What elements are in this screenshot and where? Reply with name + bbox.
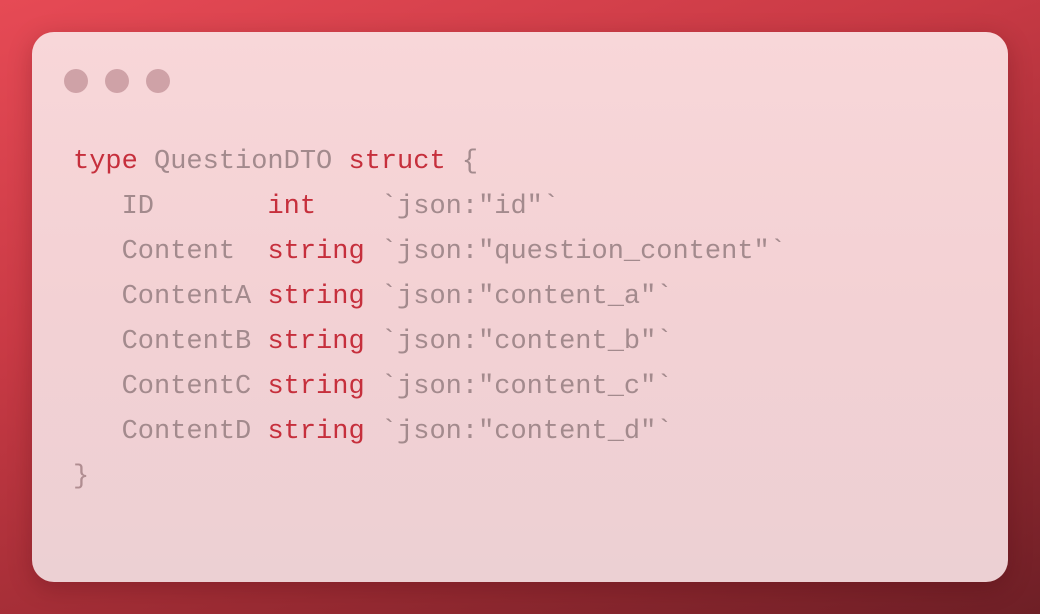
field-tag: `json:"question_content"`: [380, 237, 786, 267]
open-brace: {: [461, 147, 479, 177]
struct-name: QuestionDTO: [154, 147, 333, 177]
field-tag: `json:"id"`: [380, 192, 560, 222]
code-line-field: ContentB string `json:"content_b"`: [73, 320, 786, 365]
field-type: int: [267, 192, 365, 222]
field-name: Content: [121, 237, 268, 267]
code-line-field: ContentC string `json:"content_c"`: [73, 365, 786, 410]
code-line-field: ID int `json:"id"`: [73, 185, 786, 230]
minimize-dot-icon[interactable]: [105, 69, 129, 93]
field-tag: `json:"content_a"`: [380, 282, 673, 312]
code-line-footer: }: [73, 455, 786, 500]
field-type: string: [267, 237, 365, 267]
field-tag: `json:"content_b"`: [380, 327, 673, 357]
field-name: ContentC: [121, 372, 268, 402]
page-background: { "window": { "controls": ["close-dot", …: [0, 0, 1040, 614]
code-block: type QuestionDTO struct { ID int `json:"…: [73, 140, 786, 500]
code-line-field: Content string `json:"question_content"`: [73, 230, 786, 275]
field-name: ContentA: [121, 282, 268, 312]
window-controls: [64, 69, 170, 93]
field-name: ID: [121, 192, 268, 222]
maximize-dot-icon[interactable]: [146, 69, 170, 93]
field-tag: `json:"content_d"`: [380, 417, 673, 447]
code-line-header: type QuestionDTO struct {: [73, 140, 786, 185]
field-type: string: [267, 282, 365, 312]
field-tag: `json:"content_c"`: [380, 372, 673, 402]
close-brace: }: [73, 462, 90, 492]
code-line-field: ContentD string `json:"content_d"`: [73, 410, 786, 455]
field-name: ContentB: [121, 327, 268, 357]
field-type: string: [267, 327, 365, 357]
close-dot-icon[interactable]: [64, 69, 88, 93]
code-line-field: ContentA string `json:"content_a"`: [73, 275, 786, 320]
keyword-struct: struct: [348, 147, 446, 177]
field-type: string: [267, 372, 365, 402]
field-name: ContentD: [121, 417, 268, 447]
field-type: string: [267, 417, 365, 447]
keyword-type: type: [73, 147, 138, 177]
code-window: type QuestionDTO struct { ID int `json:"…: [32, 32, 1008, 582]
